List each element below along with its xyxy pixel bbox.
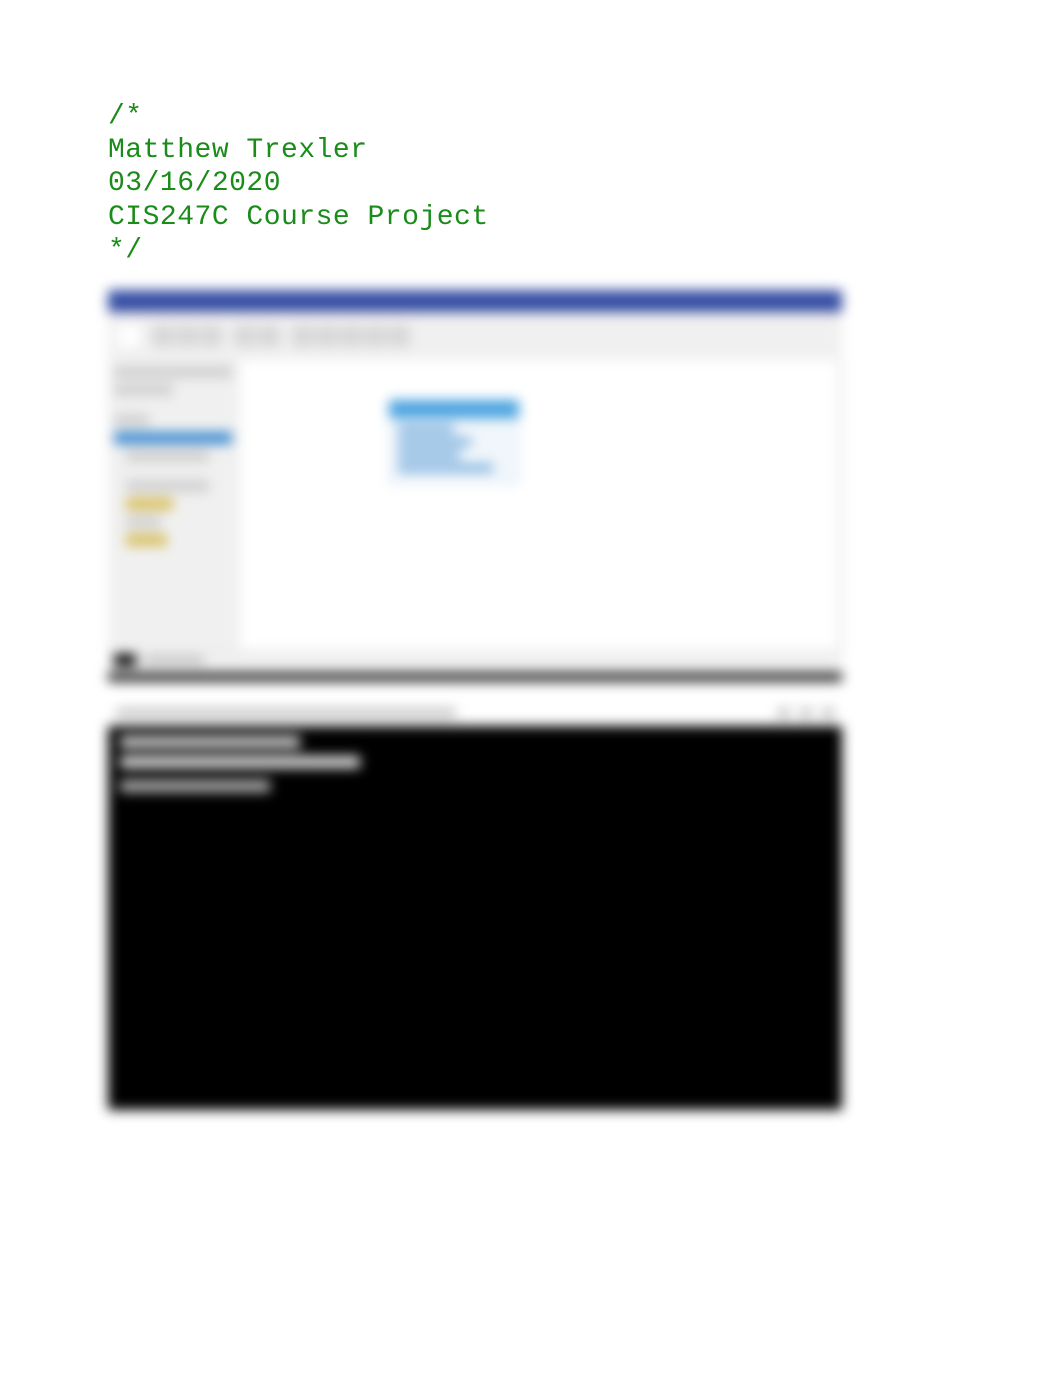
- toolbar-button[interactable]: [292, 325, 314, 347]
- comment-date: 03/16/2020: [108, 167, 962, 201]
- toolbar-button[interactable]: [388, 325, 410, 347]
- sidebar-item[interactable]: [114, 366, 232, 378]
- console-line: [120, 780, 270, 792]
- sidebar-subitem[interactable]: [126, 498, 173, 510]
- ide-output-bar: [108, 672, 842, 682]
- comment-close: */: [108, 234, 962, 268]
- toolbar-group: [292, 325, 410, 347]
- class-member: [398, 451, 460, 459]
- maximize-icon[interactable]: [800, 708, 812, 718]
- comment-author: Matthew Trexler: [108, 134, 962, 168]
- close-icon[interactable]: [822, 708, 834, 718]
- class-diagram-box[interactable]: [389, 400, 519, 484]
- sidebar-item[interactable]: [114, 414, 149, 426]
- ide-statusbar: [108, 650, 842, 670]
- status-indicator: [114, 654, 136, 666]
- ide-sidebar: [108, 360, 238, 650]
- code-comment-block: /* Matthew Trexler 03/16/2020 CIS247C Co…: [108, 100, 962, 268]
- console-line: [120, 736, 300, 748]
- toolbar-button[interactable]: [176, 325, 198, 347]
- sidebar-subitem[interactable]: [126, 534, 167, 546]
- console-titlebar: [108, 700, 842, 726]
- class-member: [398, 438, 471, 446]
- sidebar-item[interactable]: [114, 384, 173, 396]
- toolbar-group: [118, 325, 140, 347]
- toolbar-button[interactable]: [364, 325, 386, 347]
- toolbar-button[interactable]: [118, 325, 140, 347]
- comment-project: CIS247C Course Project: [108, 201, 962, 235]
- minimize-icon[interactable]: [778, 708, 790, 718]
- toolbar-button[interactable]: [200, 325, 222, 347]
- toolbar-button[interactable]: [340, 325, 362, 347]
- console-body: [108, 726, 842, 1110]
- class-body: [389, 418, 519, 484]
- console-line: [120, 756, 360, 768]
- console-path: [116, 708, 456, 718]
- ide-screenshot: [108, 290, 842, 690]
- sidebar-subitem[interactable]: [126, 450, 209, 462]
- toolbar-button[interactable]: [258, 325, 280, 347]
- ide-canvas[interactable]: [238, 360, 842, 650]
- class-member: [398, 425, 454, 433]
- comment-open: /*: [108, 100, 962, 134]
- ide-titlebar: [108, 290, 842, 312]
- class-member: [398, 464, 493, 472]
- class-header: [389, 400, 519, 418]
- window-controls: [778, 708, 834, 718]
- ide-body: [108, 360, 842, 650]
- status-text: [144, 656, 204, 664]
- toolbar-button[interactable]: [316, 325, 338, 347]
- toolbar-button[interactable]: [234, 325, 256, 347]
- toolbar-group: [152, 325, 222, 347]
- sidebar-subitem[interactable]: [126, 480, 209, 492]
- sidebar-subitem[interactable]: [126, 516, 161, 528]
- toolbar-group: [234, 325, 280, 347]
- ide-toolbar: [108, 312, 842, 360]
- toolbar-button[interactable]: [152, 325, 174, 347]
- console-screenshot: [108, 700, 842, 1110]
- sidebar-item-selected[interactable]: [114, 432, 232, 444]
